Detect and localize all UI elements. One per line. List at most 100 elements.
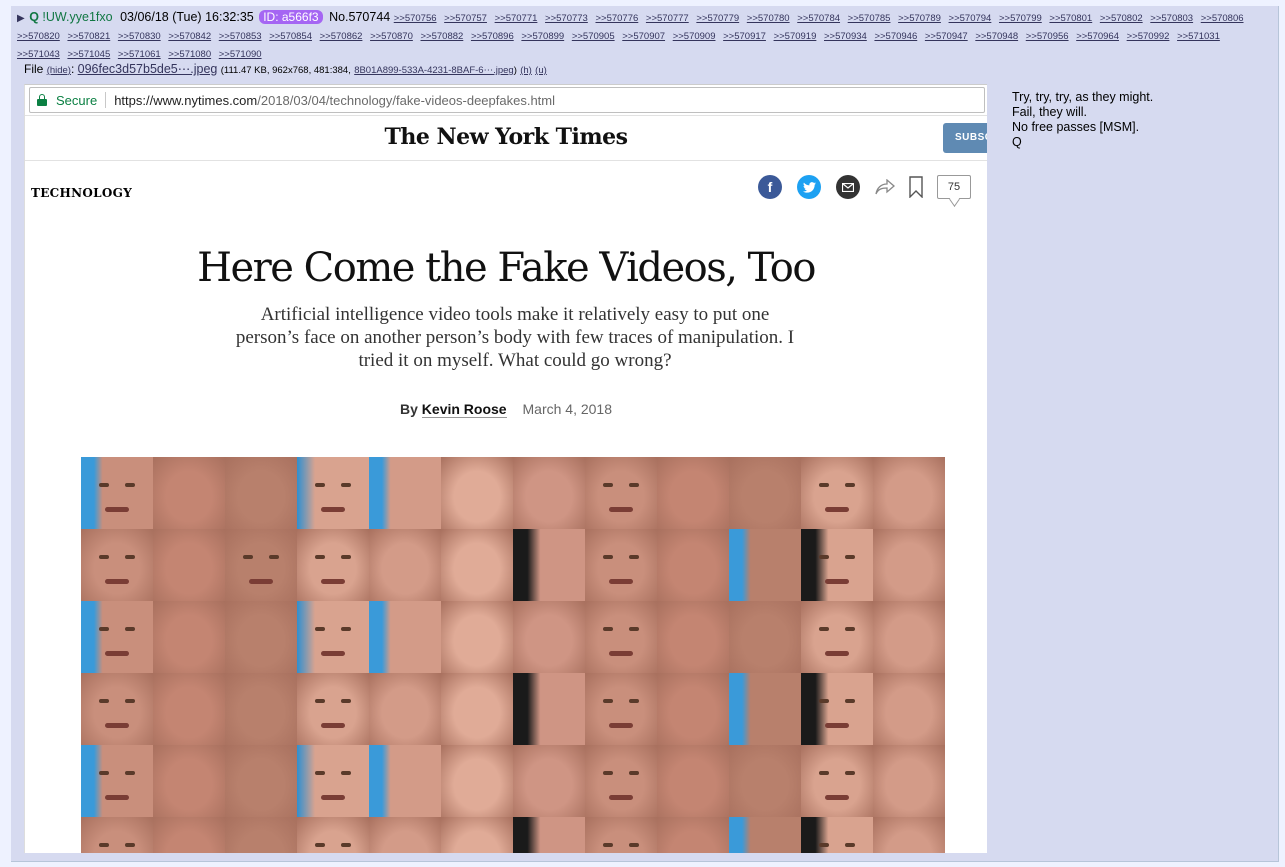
backlink[interactable]: >>570776	[595, 13, 638, 24]
hash-search-link[interactable]: (h)	[520, 65, 532, 76]
face-tile	[153, 745, 225, 817]
backlink[interactable]: >>570870	[370, 31, 413, 42]
byline: By Kevin Roose March 4, 2018	[25, 401, 987, 418]
section-label: TECHNOLOGY	[31, 186, 133, 200]
backlink[interactable]: >>570821	[67, 31, 110, 42]
backlink[interactable]: >>570947	[925, 31, 968, 42]
backlink[interactable]: >>570780	[747, 13, 790, 24]
face-tile	[657, 601, 729, 673]
bookmark-icon	[909, 176, 923, 198]
backlink[interactable]: >>570802	[1100, 13, 1143, 24]
face-tile	[513, 817, 585, 853]
comment-line: No free passes [MSM].	[1012, 120, 1140, 134]
backlink[interactable]: >>570948	[975, 31, 1018, 42]
post-menu-caret-icon[interactable]: ▶	[17, 13, 25, 24]
backlink[interactable]: >>571061	[118, 49, 161, 60]
face-tile	[153, 457, 225, 529]
poster-id-badge[interactable]: ID: a566f3	[259, 10, 323, 24]
post-datetime: 03/06/18 (Tue) 16:32:35	[120, 10, 254, 24]
backlink[interactable]: >>570771	[495, 13, 538, 24]
face-tile	[657, 457, 729, 529]
comment-line: Q	[1012, 135, 1022, 149]
face-tile	[369, 817, 441, 853]
attached-image[interactable]: Secure https://www.nytimes.com/2018/03/0…	[24, 84, 987, 853]
face-tile	[297, 601, 369, 673]
unique-ip-link[interactable]: (u)	[535, 65, 547, 76]
face-tile	[81, 457, 153, 529]
face-tile	[81, 601, 153, 673]
backlink[interactable]: >>570956	[1026, 31, 1069, 42]
face-tile	[297, 817, 369, 853]
post-number[interactable]: No.570744	[329, 10, 390, 24]
backlink[interactable]: >>570794	[949, 13, 992, 24]
backlink[interactable]: >>570757	[444, 13, 487, 24]
backlink[interactable]: >>570789	[898, 13, 941, 24]
backlink[interactable]: >>570854	[269, 31, 312, 42]
original-filename-link[interactable]: 8B01A899-533A-4231-8BAF-6⋯.jpeg	[354, 65, 514, 76]
file-meta: (111.47 KB, 962x768, 481:384,	[220, 65, 351, 76]
face-tile	[585, 457, 657, 529]
face-tile	[657, 529, 729, 601]
face-tile	[297, 673, 369, 745]
post-comment: Try, try, try, as they might. Fail, they …	[1012, 90, 1153, 150]
backlink[interactable]: >>570806	[1201, 13, 1244, 24]
face-tile	[657, 745, 729, 817]
backlink[interactable]: >>570905	[572, 31, 615, 42]
face-tile	[297, 457, 369, 529]
backlink[interactable]: >>571045	[67, 49, 110, 60]
byline-by: By	[400, 401, 418, 417]
backlink[interactable]: >>570784	[797, 13, 840, 24]
backlink[interactable]: >>571090	[219, 49, 262, 60]
backlink[interactable]: >>570964	[1076, 31, 1119, 42]
backlink[interactable]: >>570862	[320, 31, 363, 42]
backlink[interactable]: >>570882	[421, 31, 464, 42]
backlink[interactable]: >>570777	[646, 13, 689, 24]
face-tile	[81, 529, 153, 601]
backlink[interactable]: >>570756	[394, 13, 437, 24]
omnibox: Secure https://www.nytimes.com/2018/03/0…	[29, 87, 985, 113]
backlink[interactable]: >>570853	[219, 31, 262, 42]
backlink[interactable]: >>570917	[723, 31, 766, 42]
backlink[interactable]: >>570779	[696, 13, 739, 24]
backlink[interactable]: >>570773	[545, 13, 588, 24]
nyt-header: The New York Times SUBSC	[25, 116, 987, 161]
face-tile	[441, 673, 513, 745]
backlink[interactable]: >>570899	[521, 31, 564, 42]
face-tile	[801, 817, 873, 853]
backlink[interactable]: >>570842	[168, 31, 211, 42]
face-tile	[81, 673, 153, 745]
backlink[interactable]: >>570992	[1127, 31, 1170, 42]
backlink[interactable]: >>570799	[999, 13, 1042, 24]
face-tile	[369, 529, 441, 601]
backlink[interactable]: >>571080	[168, 49, 211, 60]
comment-line: Try, try, try, as they might.	[1012, 90, 1154, 104]
hide-file-link[interactable]: (hide)	[47, 65, 71, 76]
backlink[interactable]: >>570820	[17, 31, 60, 42]
file-info: File (hide): 096fec3d57b5de5⋯.jpeg (111.…	[24, 62, 547, 76]
backlink[interactable]: >>570934	[824, 31, 867, 42]
face-tile	[873, 529, 945, 601]
omnibox-divider	[105, 92, 107, 108]
backlink[interactable]: >>570907	[622, 31, 665, 42]
backlink[interactable]: >>570801	[1049, 13, 1092, 24]
face-tile	[801, 457, 873, 529]
face-tile	[81, 817, 153, 853]
backlink[interactable]: >>570919	[774, 31, 817, 42]
twitter-icon	[797, 175, 821, 199]
face-tile	[225, 457, 297, 529]
secure-label: Secure	[56, 92, 98, 108]
face-tile	[225, 673, 297, 745]
file-name-link[interactable]: 096fec3d57b5de5⋯.jpeg	[78, 62, 218, 76]
face-tile	[729, 673, 801, 745]
backlink[interactable]: >>570785	[848, 13, 891, 24]
backlink[interactable]: >>571043	[17, 49, 60, 60]
backlink[interactable]: >>571031	[1177, 31, 1220, 42]
backlink[interactable]: >>570830	[118, 31, 161, 42]
backlink[interactable]: >>570803	[1150, 13, 1193, 24]
backlink[interactable]: >>570896	[471, 31, 514, 42]
face-tile	[585, 673, 657, 745]
face-tile	[369, 673, 441, 745]
article-summary: Artificial intelligence video tools make…	[235, 304, 795, 371]
backlink[interactable]: >>570946	[874, 31, 917, 42]
backlink[interactable]: >>570909	[673, 31, 716, 42]
